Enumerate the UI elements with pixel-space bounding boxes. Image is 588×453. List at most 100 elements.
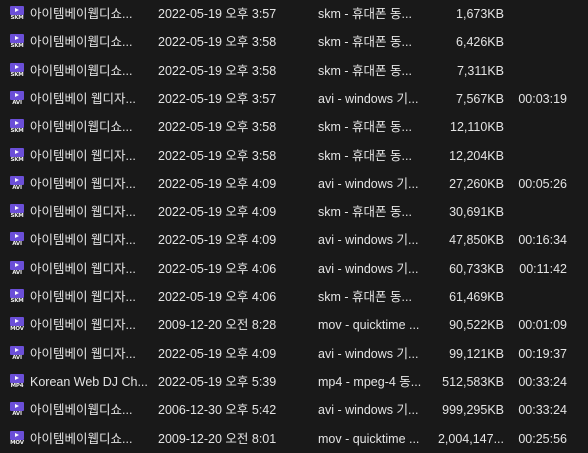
file-type: skm - 휴대폰 동... xyxy=(318,290,412,304)
file-row[interactable]: AVI 아이템베이웹디쇼... 2006-12-30 오후 5:42 avi - wi… xyxy=(0,396,588,424)
file-size: 6,426KB xyxy=(456,35,504,50)
file-size: 60,733KB xyxy=(449,261,504,276)
file-icon-cell: SKM xyxy=(9,0,25,28)
file-size: 12,204KB xyxy=(449,148,504,163)
file-name: 아이템베이웹디쇼... xyxy=(30,35,133,50)
file-ext-label: SKM xyxy=(10,43,24,50)
avi-video-file-icon: AVI xyxy=(9,260,25,277)
file-size: 90,522KB xyxy=(449,318,504,333)
file-modified-date: 2022-05-19 오후 4:09 xyxy=(158,233,277,248)
play-glyph xyxy=(10,6,24,15)
file-row[interactable]: SKM 아이템베이웹디쇼... 2022-05-19 오후 3:57 skm - 휴대… xyxy=(0,0,588,28)
file-modified-date: 2022-05-19 오후 3:57 xyxy=(158,7,277,21)
media-length xyxy=(512,142,567,170)
file-ext-label: SKM xyxy=(10,71,24,78)
file-row[interactable]: SKM 아이템베이웹디쇼... 2022-05-19 오후 3:58 skm - 휴대… xyxy=(0,113,588,141)
play-glyph xyxy=(10,402,24,412)
file-modified-date: 2009-12-20 오전 8:28 xyxy=(158,318,277,333)
file-name: 아이템베이웹디쇼... xyxy=(30,120,133,135)
media-length: 00:33:24 xyxy=(518,374,567,389)
file-size: 27,260KB xyxy=(449,176,504,191)
file-ext-label: AVI xyxy=(12,184,22,191)
play-glyph xyxy=(10,119,24,129)
file-size: 7,311KB xyxy=(456,63,504,78)
file-name: 아이템베이 웹디자... xyxy=(30,318,136,333)
file-name: 아이템베이 웹디자... xyxy=(30,290,136,304)
file-name: 아이템베이 웹디자... xyxy=(30,176,136,191)
file-ext-label: SKM xyxy=(10,298,24,304)
file-row[interactable]: MOV 아이템베이 웹디자... 2009-12-20 오전 8:28 mov - q… xyxy=(0,311,588,339)
media-length xyxy=(512,0,567,28)
media-length: 00:25:56 xyxy=(518,431,567,446)
file-name: 아이템베이웹디쇼... xyxy=(30,63,133,78)
play-glyph xyxy=(10,175,24,185)
mov-video-file-icon: MOV xyxy=(9,430,25,447)
file-icon-cell: AVI xyxy=(9,226,25,254)
file-icon-cell: AVI xyxy=(9,340,25,368)
skm-video-file-icon: SKM xyxy=(9,289,25,305)
file-name: 아이템베이웹디쇼... xyxy=(30,431,133,446)
file-row[interactable]: AVI 아이템베이 웹디자... 2022-05-19 오후 3:57 avi - w… xyxy=(0,85,588,113)
file-size: 999,295KB xyxy=(442,403,504,418)
media-length xyxy=(512,198,567,226)
file-name: 아이템베이 웹디자... xyxy=(30,233,136,248)
file-modified-date: 2022-05-19 오후 4:06 xyxy=(158,290,277,304)
file-type: skm - 휴대폰 동... xyxy=(318,120,412,135)
avi-video-file-icon: AVI xyxy=(9,232,25,248)
file-type: mp4 - mpeg-4 동... xyxy=(318,374,422,389)
file-ext-label: AVI xyxy=(12,99,22,106)
file-modified-date: 2022-05-19 오후 4:09 xyxy=(158,176,277,191)
play-glyph xyxy=(10,62,24,72)
file-type: mov - quicktime ... xyxy=(318,431,420,446)
file-type: skm - 휴대폰 동... xyxy=(318,7,412,21)
file-row[interactable]: AVI 아이템베이 웹디자... 2022-05-19 오후 4:06 avi - w… xyxy=(0,255,588,283)
media-length: 00:05:26 xyxy=(518,176,567,191)
media-length xyxy=(512,28,567,56)
file-name: 아이템베이웹디쇼... xyxy=(30,7,133,21)
media-length: 00:16:34 xyxy=(518,233,567,248)
avi-video-file-icon: AVI xyxy=(9,402,25,418)
file-icon-cell: SKM xyxy=(9,142,25,170)
media-length: 00:01:09 xyxy=(518,318,567,333)
file-type: avi - windows 기... xyxy=(318,233,419,248)
file-row[interactable]: SKM 아이템베이웹디쇼... 2022-05-19 오후 3:58 skm - 휴대… xyxy=(0,57,588,85)
file-row[interactable]: AVI 아이템베이 웹디자... 2022-05-19 오후 4:09 avi - w… xyxy=(0,340,588,368)
file-type: avi - windows 기... xyxy=(318,91,419,106)
file-ext-label: MOV xyxy=(10,439,24,446)
file-row[interactable]: MOV 아이템베이웹디쇼... 2009-12-20 오전 8:01 mov - qu… xyxy=(0,425,588,453)
file-modified-date: 2022-05-19 오후 3:58 xyxy=(158,120,277,135)
file-ext-label: SKM xyxy=(10,128,24,135)
file-modified-date: 2022-05-19 오후 4:09 xyxy=(158,205,277,220)
file-icon-cell: SKM xyxy=(9,283,25,311)
file-modified-date: 2022-05-19 오후 4:09 xyxy=(158,346,277,361)
file-row[interactable]: SKM 아이템베이 웹디자... 2022-05-19 오후 4:06 skm - 휴… xyxy=(0,283,588,311)
media-length: 00:03:19 xyxy=(518,91,567,106)
skm-video-file-icon: SKM xyxy=(9,62,25,79)
file-name: Korean Web DJ Ch... xyxy=(30,374,148,389)
file-row[interactable]: AVI 아이템베이 웹디자... 2022-05-19 오후 4:09 avi - w… xyxy=(0,226,588,254)
file-ext-label: AVI xyxy=(12,411,22,418)
media-length xyxy=(512,57,567,85)
file-row[interactable]: SKM 아이템베이 웹디자... 2022-05-19 오후 4:09 skm - 휴… xyxy=(0,198,588,226)
file-icon-cell: MP4 xyxy=(9,368,25,396)
file-row[interactable]: SKM 아이템베이 웹디자... 2022-05-19 오후 3:58 skm - 휴… xyxy=(0,142,588,170)
file-row[interactable]: SKM 아이템베이웹디쇼... 2022-05-19 오후 3:58 skm - 휴대… xyxy=(0,28,588,56)
file-icon-cell: SKM xyxy=(9,57,25,85)
play-glyph xyxy=(10,90,24,100)
file-modified-date: 2006-12-30 오후 5:42 xyxy=(158,403,277,418)
file-modified-date: 2022-05-19 오후 5:39 xyxy=(158,374,277,389)
file-name: 아이템베이 웹디자... xyxy=(30,261,136,276)
file-row[interactable]: AVI 아이템베이 웹디자... 2022-05-19 오후 4:09 avi - w… xyxy=(0,170,588,198)
file-icon-cell: AVI xyxy=(9,255,25,283)
file-icon-cell: AVI xyxy=(9,396,25,424)
file-icon-cell: MOV xyxy=(9,425,25,453)
file-name: 아이템베이 웹디자... xyxy=(30,205,136,220)
skm-video-file-icon: SKM xyxy=(9,204,25,220)
file-row[interactable]: MP4 Korean Web DJ Ch... 2022-05-19 오후 5:39… xyxy=(0,368,588,396)
mp4-video-file-icon: MP4 xyxy=(9,373,25,390)
media-length: 00:19:37 xyxy=(518,346,567,361)
play-glyph xyxy=(10,345,24,355)
file-size: 99,121KB xyxy=(449,346,504,361)
play-glyph xyxy=(10,373,24,383)
file-name: 아이템베이 웹디자... xyxy=(30,148,136,163)
